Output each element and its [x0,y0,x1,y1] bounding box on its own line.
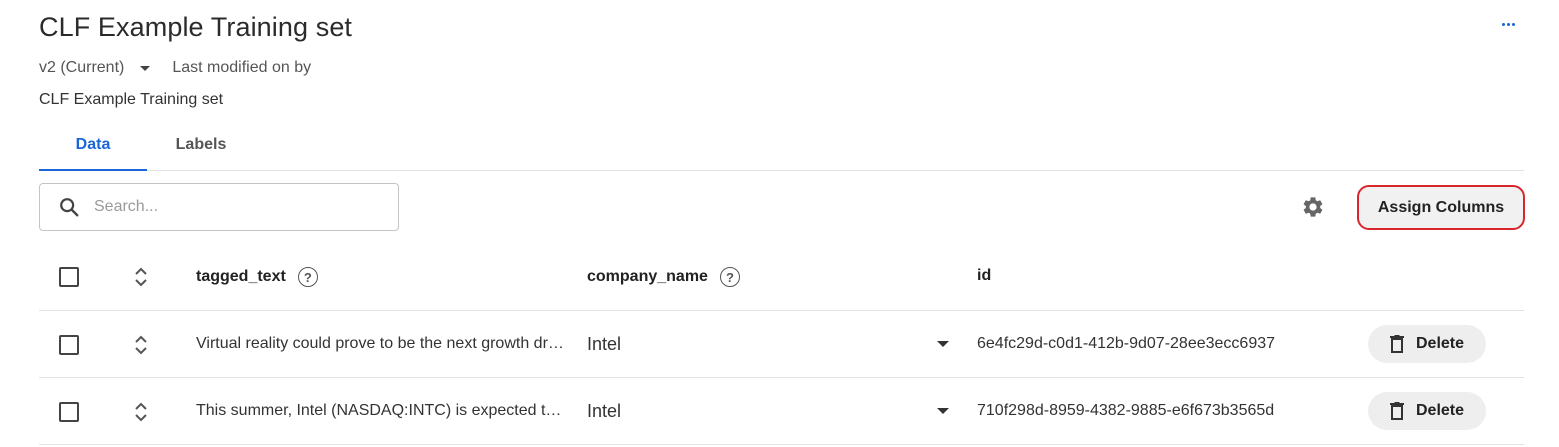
help-icon[interactable]: ? [719,267,740,287]
version-label: v2 (Current) [39,59,125,76]
page-subtitle: CLF Example Training set [39,91,224,108]
expand-row-icon[interactable] [133,333,149,357]
data-table: tagged_text ? company_name ? id Virtual … [39,243,1524,445]
search-box [39,183,399,231]
expand-row-icon[interactable] [133,400,149,424]
trash-icon [1389,402,1404,420]
search-icon [60,198,79,217]
dropdown-arrow-icon [937,341,949,347]
search-input[interactable] [94,198,354,216]
company-name-value: Intel [587,333,622,354]
gear-icon[interactable] [1301,195,1325,219]
column-header-company-name[interactable]: company_name ? [587,267,740,287]
select-all-checkbox[interactable] [59,267,79,287]
column-header-id[interactable]: id [977,267,991,285]
company-name-value: Intel [587,400,622,421]
chevron-down-icon [140,65,151,71]
tagged-text-cell: Virtual reality could prove to be the ne… [196,335,566,352]
dropdown-arrow-icon [937,408,949,414]
tab-bar: Data Labels [39,120,1524,171]
table-row: Virtual reality could prove to be the ne… [39,311,1524,378]
assign-columns-button[interactable]: Assign Columns [1357,185,1525,230]
sort-icon[interactable] [133,265,149,289]
id-cell: 6e4fc29d-c0d1-412b-9d07-28ee3ecc6937 [977,335,1276,352]
more-horizontal-icon [1501,22,1515,26]
page-title: CLF Example Training set [39,12,353,42]
delete-button[interactable]: Delete [1368,325,1486,363]
table-header-row: tagged_text ? company_name ? id [39,243,1524,311]
version-meta: v2 (Current) Last modified on by [39,59,311,77]
more-options-button[interactable] [1496,12,1520,36]
version-selector[interactable]: v2 (Current) [39,59,172,77]
last-modified-text: Last modified on by [172,59,312,76]
tab-labels[interactable]: Labels [147,120,255,170]
help-icon[interactable]: ? [297,267,318,287]
row-checkbox[interactable] [59,335,79,355]
delete-button[interactable]: Delete [1368,392,1486,430]
row-checkbox[interactable] [59,402,79,422]
company-name-select[interactable]: Intel [587,396,949,426]
table-row: This summer, Intel (NASDAQ:INTC) is expe… [39,378,1524,445]
trash-icon [1389,335,1404,353]
tab-data[interactable]: Data [39,120,147,171]
id-cell: 710f298d-8959-4382-9885-e6f673b3565d [977,402,1275,419]
tagged-text-cell: This summer, Intel (NASDAQ:INTC) is expe… [196,402,566,419]
company-name-select[interactable]: Intel [587,329,949,359]
column-header-tagged-text[interactable]: tagged_text ? [196,267,318,287]
